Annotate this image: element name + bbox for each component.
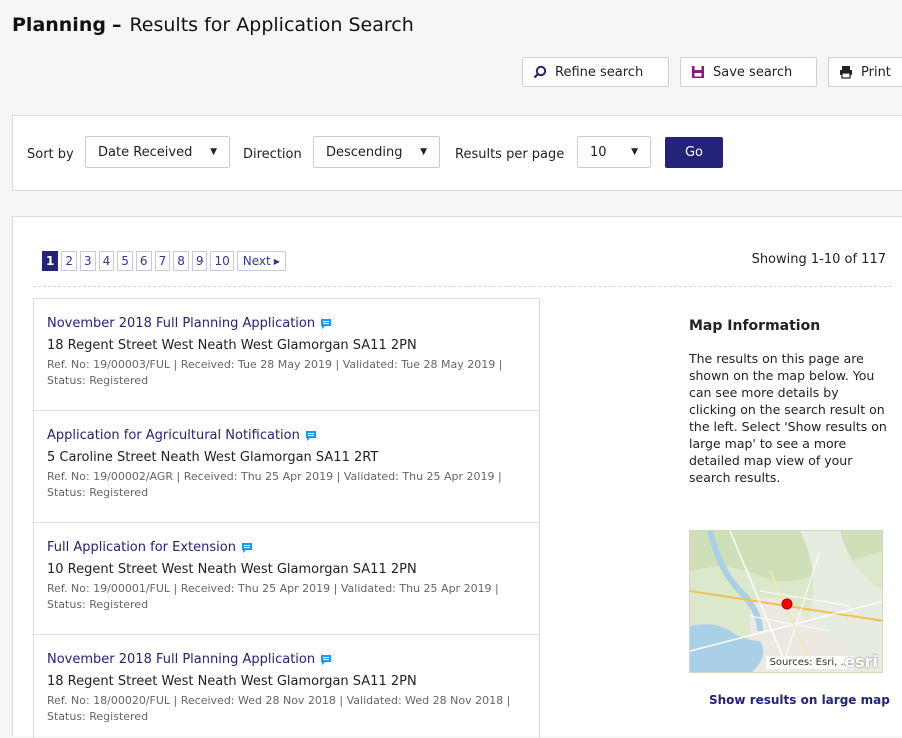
comment-icon [305,430,316,441]
next-page-link[interactable]: Next ▶ [236,251,286,271]
result-title-link[interactable]: Application for Agricultural Notificatio… [47,428,526,443]
page-2-link[interactable]: 2 [61,251,77,271]
printer-icon [840,66,852,79]
map-information-text: The results on this page are shown on th… [689,351,887,485]
comment-icon [321,318,332,329]
page-10-link[interactable]: 10 [210,251,234,271]
print-label: Print [861,64,891,80]
page-1-link[interactable]: 1 [42,251,59,271]
esri-logo: esri [844,652,878,671]
refine-search-label: Refine search [555,64,644,80]
results-per-page-label: Results per page [455,147,565,162]
results-panel: 1 2 3 4 5 6 7 8 9 10 Next ▶ Showing 1-10 … [12,216,902,738]
map-attribution: Sources: Esri, ... [765,656,854,669]
result-title-link[interactable]: November 2018 Full Planning Application [47,652,526,667]
results-per-page-value: 10 [590,144,607,160]
action-bar: Refine search Save search Print [522,57,902,89]
map-marker[interactable] [781,598,793,610]
list-item: Application for Agricultural Notificatio… [34,411,539,523]
comment-icon [321,654,332,665]
result-address: 5 Caroline Street Neath West Glamorgan S… [47,450,379,465]
page-7-link[interactable]: 7 [154,251,171,271]
results-per-page-select[interactable]: 10 ▼ [577,136,651,168]
direction-value: Descending [326,144,403,160]
go-button[interactable]: Go [665,137,723,168]
save-search-button[interactable]: Save search [680,57,817,87]
print-button[interactable]: Print [828,57,902,87]
page-9-link[interactable]: 9 [191,251,208,271]
result-title-link[interactable]: Full Application for Extension [47,540,526,555]
chevron-down-icon: ▼ [420,147,427,157]
next-page-label: Next [242,254,271,268]
result-title: Full Application for Extension [47,540,236,555]
map-information-heading: Map Information [689,318,821,334]
list-item: November 2018 Full Planning Application … [34,635,539,738]
result-meta: Ref. No: 19/00001/FUL | Received: Thu 25… [47,582,499,611]
caret-right-icon: ▶ [273,256,280,266]
page-title-text: Results for Application Search [129,14,414,36]
save-icon [692,66,704,78]
sort-by-value: Date Received [98,144,193,160]
page-8-link[interactable]: 8 [173,251,189,271]
direction-label: Direction [243,147,302,162]
result-address: 18 Regent Street West Neath West Glamorg… [47,674,417,689]
sort-by-select[interactable]: Date Received ▼ [85,136,230,168]
result-address: 18 Regent Street West Neath West Glamorg… [47,338,417,353]
sort-by-label: Sort by [27,147,74,162]
result-meta: Ref. No: 18/00020/FUL | Received: Wed 28… [47,694,511,723]
result-address: 10 Regent Street West Neath West Glamorg… [47,562,417,577]
show-large-map-link[interactable]: Show results on large map [709,693,890,707]
page-title: Planning – Results for Application Search [12,14,414,36]
refine-search-button[interactable]: Refine search [522,57,669,87]
sort-bar: Sort by Date Received ▼ Direction Descend… [12,115,902,191]
chevron-down-icon: ▼ [210,147,217,157]
result-title: November 2018 Full Planning Application [47,316,316,331]
divider [33,286,892,287]
map-information: Map Information The results on this page… [689,318,889,486]
page-3-link[interactable]: 3 [80,251,96,271]
title-separator: – [111,14,122,36]
result-title-link[interactable]: November 2018 Full Planning Application [47,316,526,331]
search-icon [533,65,547,79]
results-count: Showing 1-10 of 117 [751,252,886,267]
result-title: November 2018 Full Planning Application [47,652,316,667]
result-meta: Ref. No: 19/00003/FUL | Received: Tue 28… [47,358,503,387]
results-map[interactable]: Sources: Esri, ... esri [689,530,883,673]
page-4-link[interactable]: 4 [98,251,115,271]
list-item: Full Application for Extension 10 Regent… [34,523,539,635]
page-5-link[interactable]: 5 [117,251,133,271]
page-6-link[interactable]: 6 [135,251,152,271]
save-search-label: Save search [713,64,793,80]
comment-icon [241,542,252,553]
direction-select[interactable]: Descending ▼ [313,136,440,168]
results-list: November 2018 Full Planning Application … [33,298,540,738]
chevron-down-icon: ▼ [631,147,638,157]
result-title: Application for Agricultural Notificatio… [47,428,300,443]
result-meta: Ref. No: 19/00002/AGR | Received: Thu 25… [47,470,502,499]
app-name: Planning [12,14,106,36]
list-item: November 2018 Full Planning Application … [34,299,539,411]
pagination: 1 2 3 4 5 6 7 8 9 10 Next ▶ [42,251,289,271]
